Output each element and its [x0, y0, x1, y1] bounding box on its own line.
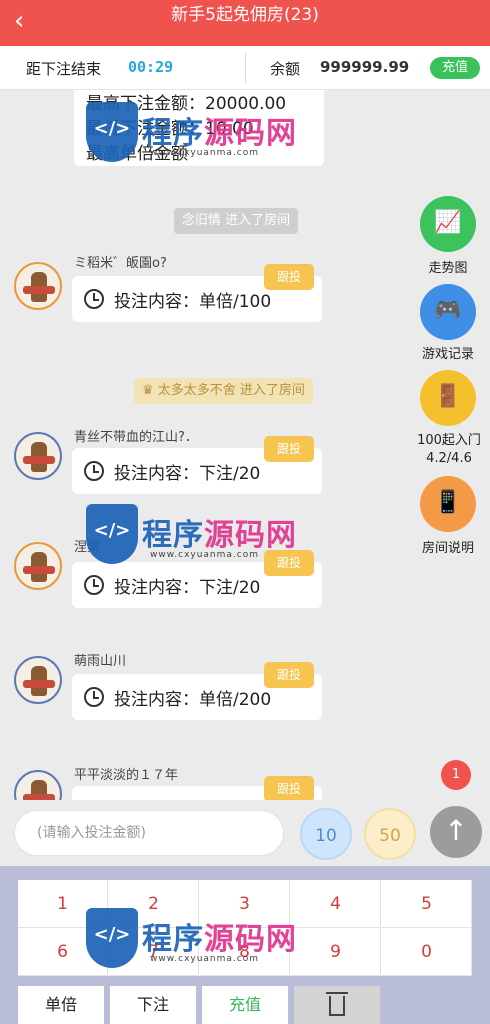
follow-bet-button[interactable]: 跟投	[264, 436, 314, 462]
place-bet-button[interactable]: 下注	[110, 986, 196, 1024]
watermark-text: 程序	[142, 518, 204, 553]
user-name: 萌雨山川	[74, 654, 127, 669]
game-record-label: 游戏记录	[421, 347, 474, 362]
watermark-logo: </> 程序源码网 www.cxyuanma.com	[86, 94, 296, 174]
chip-50-button[interactable]: 50	[364, 808, 416, 860]
balance-value: 999999.99	[320, 58, 410, 76]
follow-bet-button[interactable]: 跟投	[264, 662, 314, 688]
vip-icon: ♛	[142, 383, 158, 398]
shield-code-icon: </>	[86, 102, 138, 162]
user-name: 平平淡淡的１７年	[74, 768, 179, 783]
clock-icon	[84, 289, 104, 309]
avatar[interactable]	[14, 656, 62, 704]
avatar[interactable]	[14, 262, 62, 310]
watermark-url: www.cxyuanma.com	[150, 954, 260, 964]
trend-chart-button[interactable]: 📈	[420, 196, 476, 252]
key-4[interactable]: 4	[291, 880, 381, 928]
watermark-text: 程序	[142, 116, 204, 151]
countdown-label: 距下注结束	[26, 60, 102, 78]
clock-icon	[84, 461, 104, 481]
trash-icon	[326, 992, 348, 1016]
status-bar: 距下注结束 00:29 余额 999999.99 充值	[0, 46, 490, 90]
single-bet-button[interactable]: 单倍	[18, 986, 104, 1024]
avatar[interactable]	[14, 770, 62, 800]
watermark-logo: </> 程序源码网 www.cxyuanma.com	[86, 496, 296, 576]
key-9[interactable]: 9	[291, 928, 381, 976]
watermark-text: 程序	[142, 922, 204, 957]
bet-amount-input[interactable]: (请输入投注金额)	[14, 810, 284, 856]
watermark-url: www.cxyuanma.com	[150, 550, 260, 560]
watermark-text: 源码网	[204, 518, 297, 553]
recharge-button[interactable]: 充值	[430, 57, 480, 79]
header-bar: ‹ 新手5起免佣房(23)	[0, 0, 490, 46]
unread-badge[interactable]: 1	[441, 760, 471, 790]
balance-label: 余额	[270, 60, 301, 78]
key-0[interactable]: 0	[382, 928, 472, 976]
trend-chart-label: 走势图	[428, 261, 468, 276]
countdown-timer: 00:29	[128, 58, 174, 76]
clock-icon	[84, 575, 104, 595]
shield-code-icon: </>	[86, 908, 138, 968]
user-name: 青丝不带血的江山?．	[74, 430, 198, 445]
arrow-up-icon: ↑	[444, 814, 468, 847]
watermark-logo: </> 程序源码网 www.cxyuanma.com	[86, 900, 296, 980]
bet-content: 投注内容：下注/20	[114, 464, 261, 484]
gamepad-icon: 🎮	[434, 298, 462, 323]
bet-content: 投注内容：下注/20	[114, 578, 261, 598]
divider	[245, 52, 246, 84]
trend-chart-icon: 📈	[434, 210, 462, 235]
avatar[interactable]	[14, 432, 62, 480]
system-message-text: 太多太多不舍 进入了房间	[157, 383, 305, 398]
page-title: 新手5起免佣房(23)	[171, 5, 319, 25]
scroll-top-button[interactable]: ↑	[430, 806, 482, 858]
room-info-button[interactable]: 📱	[420, 476, 476, 532]
watermark-text: 源码网	[204, 922, 297, 957]
bet-content: 投注内容：单倍/100	[114, 292, 272, 312]
bet-content: 投注内容：单倍/200	[114, 690, 272, 710]
user-name: ミ稻米゛皈園ο?	[74, 256, 167, 271]
room-entry-label: 100起入门4.2/4.6	[417, 433, 481, 466]
room-info-label: 房间说明	[421, 541, 474, 556]
follow-bet-button[interactable]: 跟投	[264, 776, 314, 800]
follow-bet-button[interactable]: 跟投	[264, 264, 314, 290]
system-message-vip: ♛ 太多太多不舍 进入了房间	[134, 378, 313, 404]
watermark-text: 源码网	[204, 116, 297, 151]
system-message: 念旧情 进入了房间	[174, 208, 299, 234]
watermark-url: www.cxyuanma.com	[150, 148, 260, 158]
room-entry-button[interactable]: 🚪	[420, 370, 476, 426]
clear-button[interactable]	[294, 986, 380, 1024]
game-record-button[interactable]: 🎮	[420, 284, 476, 340]
door-icon: 🚪	[434, 384, 462, 409]
shield-code-icon: </>	[86, 504, 138, 564]
phone-info-icon: 📱	[434, 490, 462, 515]
clock-icon	[84, 687, 104, 707]
bet-input-row: (请输入投注金额) 10 50 ↑	[0, 800, 490, 866]
chip-10-button[interactable]: 10	[300, 808, 352, 860]
key-5[interactable]: 5	[382, 880, 472, 928]
recharge-key-button[interactable]: 充值	[202, 986, 288, 1024]
avatar[interactable]	[14, 542, 62, 590]
